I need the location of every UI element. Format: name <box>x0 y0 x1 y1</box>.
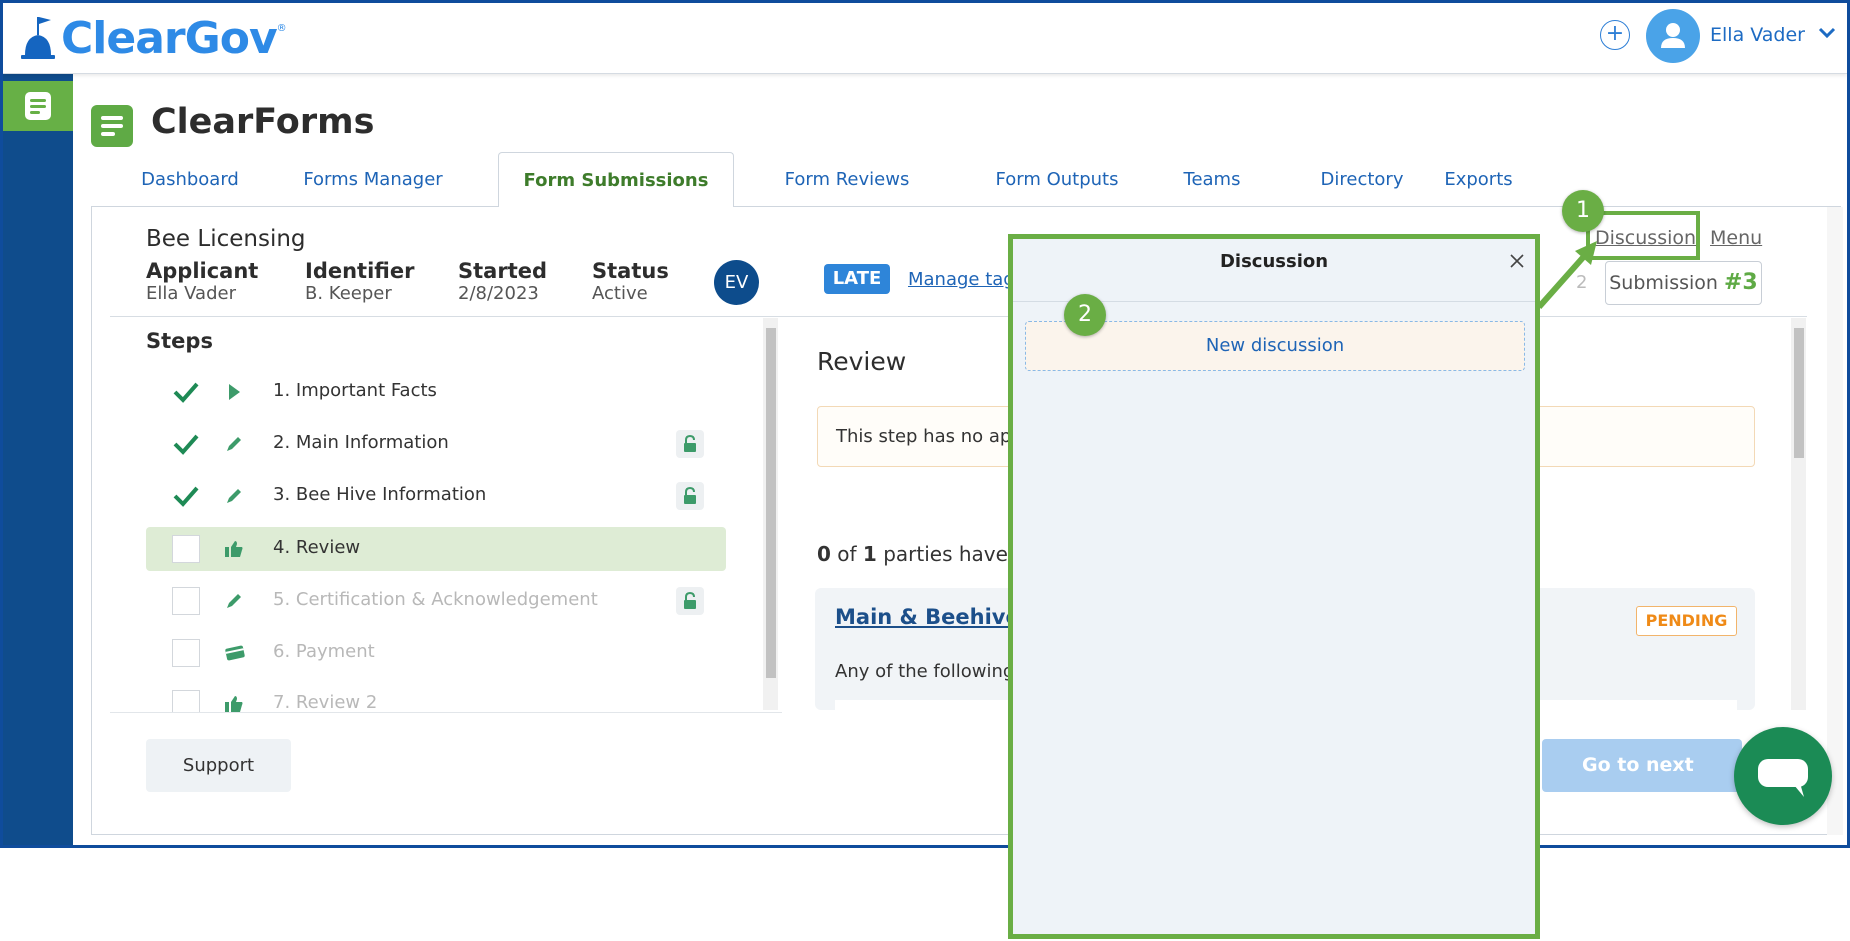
review-scrollbar-thumb[interactable] <box>1794 328 1804 458</box>
chat-button[interactable] <box>1734 727 1832 825</box>
tab-form-submissions[interactable]: Form Submissions <box>498 152 734 207</box>
lock-icon[interactable] <box>676 482 704 510</box>
status-value: Active <box>592 283 648 304</box>
clearforms-icon <box>91 105 133 147</box>
pending-badge: PENDING <box>1636 606 1737 636</box>
tab-form-outputs[interactable]: Form Outputs <box>977 152 1137 207</box>
submission-label: Submission <box>1609 272 1718 294</box>
step-item[interactable]: 7. Review 2 <box>146 682 726 712</box>
cleargov-logo[interactable]: ClearGov ® <box>19 12 287 64</box>
step-label: 5. Certification & Acknowledgement <box>273 589 598 610</box>
parties-total: 1 <box>862 542 877 566</box>
step-label: 6. Payment <box>273 641 375 662</box>
parties-count: 0 <box>817 542 831 566</box>
add-button[interactable]: + <box>1600 20 1630 50</box>
thumbs-up-icon <box>224 694 244 712</box>
checkmark-icon <box>172 482 200 510</box>
tab-forms-manager[interactable]: Forms Manager <box>283 152 463 207</box>
applicant-value: Ella Vader <box>146 283 236 304</box>
parties-text: parties have <box>876 542 1008 566</box>
review-title: Review <box>817 347 907 376</box>
lock-icon[interactable] <box>676 587 704 615</box>
form-name: Bee Licensing <box>146 226 306 252</box>
callout-badge-2: 2 <box>1064 294 1106 336</box>
page-title: ClearForms <box>151 102 375 142</box>
flag-bell-icon <box>19 15 59 61</box>
pencil-icon <box>224 591 244 611</box>
applicant-label: Applicant <box>146 259 259 283</box>
tab-directory[interactable]: Directory <box>1302 152 1422 207</box>
close-icon[interactable] <box>1509 253 1525 273</box>
discussion-title: Discussion <box>1219 251 1329 272</box>
checkmark-icon <box>172 430 200 458</box>
tab-dashboard[interactable]: Dashboard <box>125 152 255 207</box>
tab-exports[interactable]: Exports <box>1421 152 1536 207</box>
submission-number-badge: Submission #3 <box>1605 261 1762 305</box>
sidebar <box>3 74 73 845</box>
step-label: 1. Important Facts <box>273 380 437 401</box>
checkmark-icon <box>172 378 200 406</box>
step-checkbox <box>172 587 200 615</box>
tab-teams[interactable]: Teams <box>1167 152 1257 207</box>
pointer-arrow-icon <box>1536 241 1597 309</box>
user-name[interactable]: Ella Vader <box>1710 24 1805 46</box>
sidebar-item-clearforms[interactable] <box>3 81 73 131</box>
step-label: 4. Review <box>273 537 361 558</box>
callout-badge-1: 1 <box>1562 190 1604 232</box>
step-item[interactable]: 1. Important Facts <box>146 370 726 414</box>
parties-of: of <box>830 542 863 566</box>
brand-name: ClearGov <box>61 12 278 64</box>
assignee-avatar[interactable]: EV <box>714 260 759 305</box>
step-label: 3. Bee Hive Information <box>273 484 487 505</box>
identifier-value: B. Keeper <box>305 283 392 304</box>
submission-number: #3 <box>1724 270 1758 295</box>
header-divider <box>110 316 1807 317</box>
step-label: 7. Review 2 <box>273 692 378 712</box>
step-item[interactable]: 2. Main Information <box>146 422 726 466</box>
steps-scrollbar-thumb[interactable] <box>766 328 776 678</box>
steps-title: Steps <box>146 329 213 353</box>
review-card-title[interactable]: Main & Beehive <box>835 605 1020 629</box>
person-icon <box>1661 23 1685 48</box>
forms-icon <box>25 92 51 120</box>
started-label: Started <box>458 259 548 283</box>
step-item[interactable]: 3. Bee Hive Information <box>146 474 726 518</box>
step-checkbox <box>172 639 200 667</box>
started-value: 2/8/2023 <box>458 283 539 304</box>
chevron-down-icon[interactable] <box>1818 25 1836 44</box>
step-checkbox <box>172 535 200 563</box>
step-label: 2. Main Information <box>273 432 449 453</box>
step-item-active[interactable]: 4. Review <box>146 527 726 571</box>
discussion-header: Discussion <box>1013 239 1535 302</box>
parties-summary: 0 of 1 parties have <box>817 542 1008 566</box>
play-icon <box>224 382 244 402</box>
review-card-text: Any of the following <box>835 661 1015 682</box>
registered-mark: ® <box>276 23 287 34</box>
chat-bubble-icon <box>1758 759 1808 797</box>
support-button[interactable]: Support <box>146 739 291 792</box>
tab-form-reviews[interactable]: Form Reviews <box>767 152 927 207</box>
pencil-icon <box>224 486 244 506</box>
lock-icon[interactable] <box>676 430 704 458</box>
status-label: Status <box>592 259 669 283</box>
step-item[interactable]: 6. Payment <box>146 631 726 675</box>
pencil-icon <box>224 434 244 454</box>
notice-text: This step has no ap <box>836 426 1012 447</box>
manage-tags-link[interactable]: Manage tags <box>908 269 1024 290</box>
menu-link[interactable]: Menu <box>1710 227 1762 249</box>
card-icon <box>224 643 245 663</box>
user-avatar[interactable] <box>1646 9 1700 63</box>
next-step-button[interactable]: Go to next step > <box>1542 739 1742 829</box>
discussion-panel: Discussion New discussion <box>1008 234 1540 939</box>
identifier-label: Identifier <box>305 259 415 283</box>
top-bar: ClearGov ® + Ella Vader <box>3 3 1847 74</box>
step-item[interactable]: 5. Certification & Acknowledgement <box>146 579 726 623</box>
late-badge: LATE <box>824 264 890 294</box>
step-checkbox <box>172 690 200 712</box>
steps-bottom-divider <box>110 712 782 713</box>
thumbs-up-icon <box>224 539 244 559</box>
